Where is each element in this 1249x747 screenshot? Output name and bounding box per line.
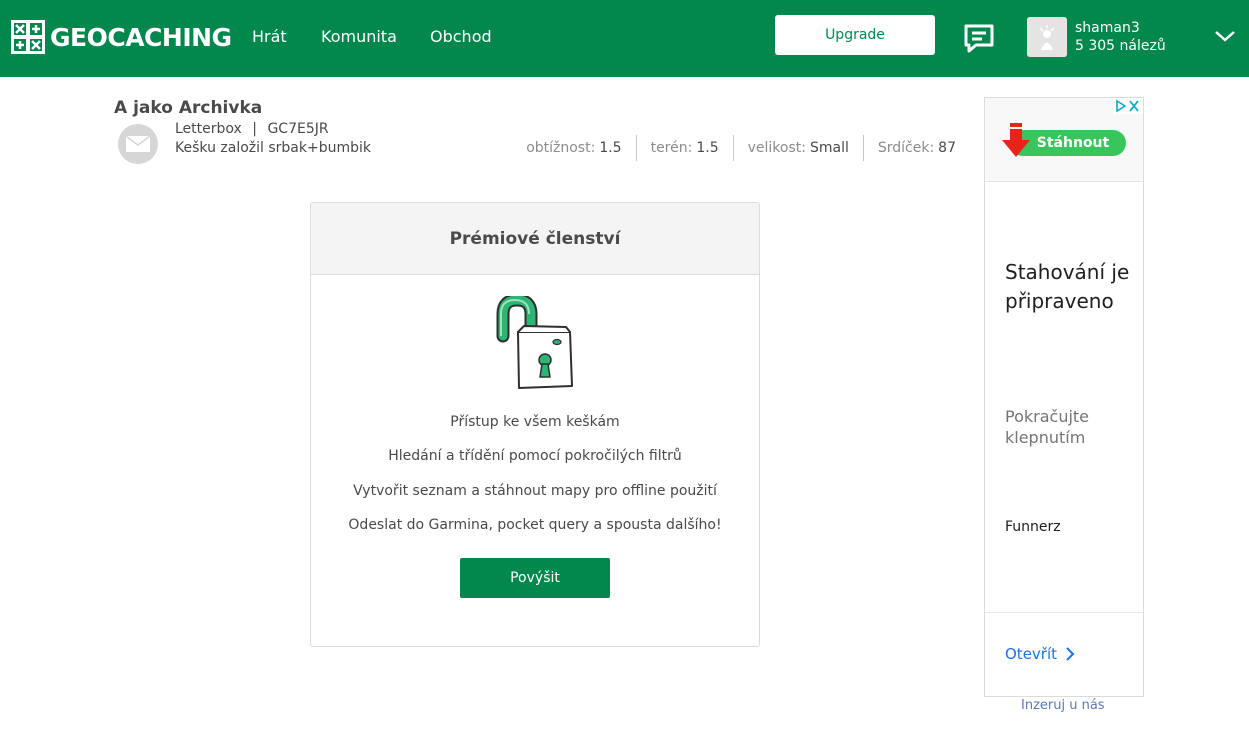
user-finds-count: 5 305 nálezů	[1075, 38, 1166, 54]
top-navbar: GEOCACHING Hrát Komunita Obchod Upgrade …	[0, 0, 1249, 77]
envelope-icon	[125, 135, 151, 152]
chevron-right-icon	[1066, 647, 1075, 661]
cache-type: Letterbox	[175, 121, 242, 137]
download-arrow-icon	[1002, 123, 1030, 157]
upgrade-button[interactable]: Upgrade	[775, 15, 935, 55]
stat-terrain: terén: 1.5	[635, 135, 733, 161]
stat-size: velikost: Small	[732, 135, 863, 161]
premium-feature: Odeslat do Garmina, pocket query a spous…	[348, 517, 722, 533]
stat-value: 87	[938, 140, 956, 156]
upgrade-premium-button[interactable]: Povýšit	[460, 558, 610, 598]
ad-banner-top: Stáhnout	[985, 98, 1143, 182]
stat-label: velikost:	[747, 140, 806, 156]
premium-feature: Přístup ke všem keškám	[450, 414, 620, 430]
avatar[interactable]	[1027, 17, 1067, 57]
cache-code: GC7E5JR	[267, 121, 329, 137]
ad-open-link[interactable]: Otevřít	[1005, 645, 1075, 663]
geocaching-logo[interactable]: GEOCACHING	[11, 20, 232, 54]
chevron-down-icon[interactable]	[1213, 28, 1237, 44]
cache-title: A jako Archivka	[114, 98, 263, 118]
ad-choices-icon[interactable]	[1113, 98, 1143, 114]
nav-obchod[interactable]: Obchod	[430, 27, 492, 46]
ad-open-label: Otevřít	[1005, 645, 1058, 663]
logo-text: GEOCACHING	[50, 22, 232, 52]
ad-subtext[interactable]: Pokračujte klepnutím	[1005, 406, 1135, 448]
cache-type-code: Letterbox | GC7E5JR	[175, 121, 329, 137]
premium-feature: Hledání a třídění pomocí pokročilých fil…	[388, 448, 682, 464]
stat-favorites: Srdíček: 87	[862, 135, 956, 161]
ad-divider	[985, 612, 1143, 613]
stat-label: obtížnost:	[526, 140, 596, 156]
user-avatar-icon	[1027, 17, 1067, 57]
premium-feature: Vytvořit seznam a stáhnout mapy pro offl…	[353, 483, 717, 499]
ad-headline[interactable]: Stahování je připraveno	[1005, 258, 1135, 316]
premium-card-title: Prémiové členství	[311, 203, 759, 275]
unlocked-padlock-icon	[496, 296, 573, 389]
cache-type-badge	[118, 124, 158, 164]
ad-brand[interactable]: Funnerz	[1005, 519, 1061, 535]
nav-hrat[interactable]: Hrát	[252, 27, 287, 46]
stat-value: 1.5	[696, 140, 719, 156]
cache-stats: obtížnost: 1.5 terén: 1.5 velikost: Smal…	[512, 135, 956, 161]
geocaching-logo-icon	[11, 20, 45, 54]
stat-value: 1.5	[599, 140, 622, 156]
username[interactable]: shaman3	[1075, 20, 1140, 36]
stat-difficulty: obtížnost: 1.5	[512, 135, 635, 161]
stat-value: Small	[809, 140, 849, 156]
messages-icon[interactable]	[962, 21, 996, 55]
stat-label: Srdíček:	[877, 140, 935, 156]
meta-separator: |	[252, 121, 257, 137]
cache-owner: Kešku založil srbak+bumbik	[175, 140, 371, 156]
advertise-with-us-link[interactable]: Inzeruj u nás	[1021, 698, 1105, 713]
advertisement[interactable]: Stáhnout Stahování je připraveno Pokraču…	[984, 97, 1144, 697]
stat-label: terén:	[650, 140, 693, 156]
nav-komunita[interactable]: Komunita	[321, 27, 397, 46]
premium-membership-card: Prémiové členství Přístup ke všem keškám…	[310, 202, 760, 647]
